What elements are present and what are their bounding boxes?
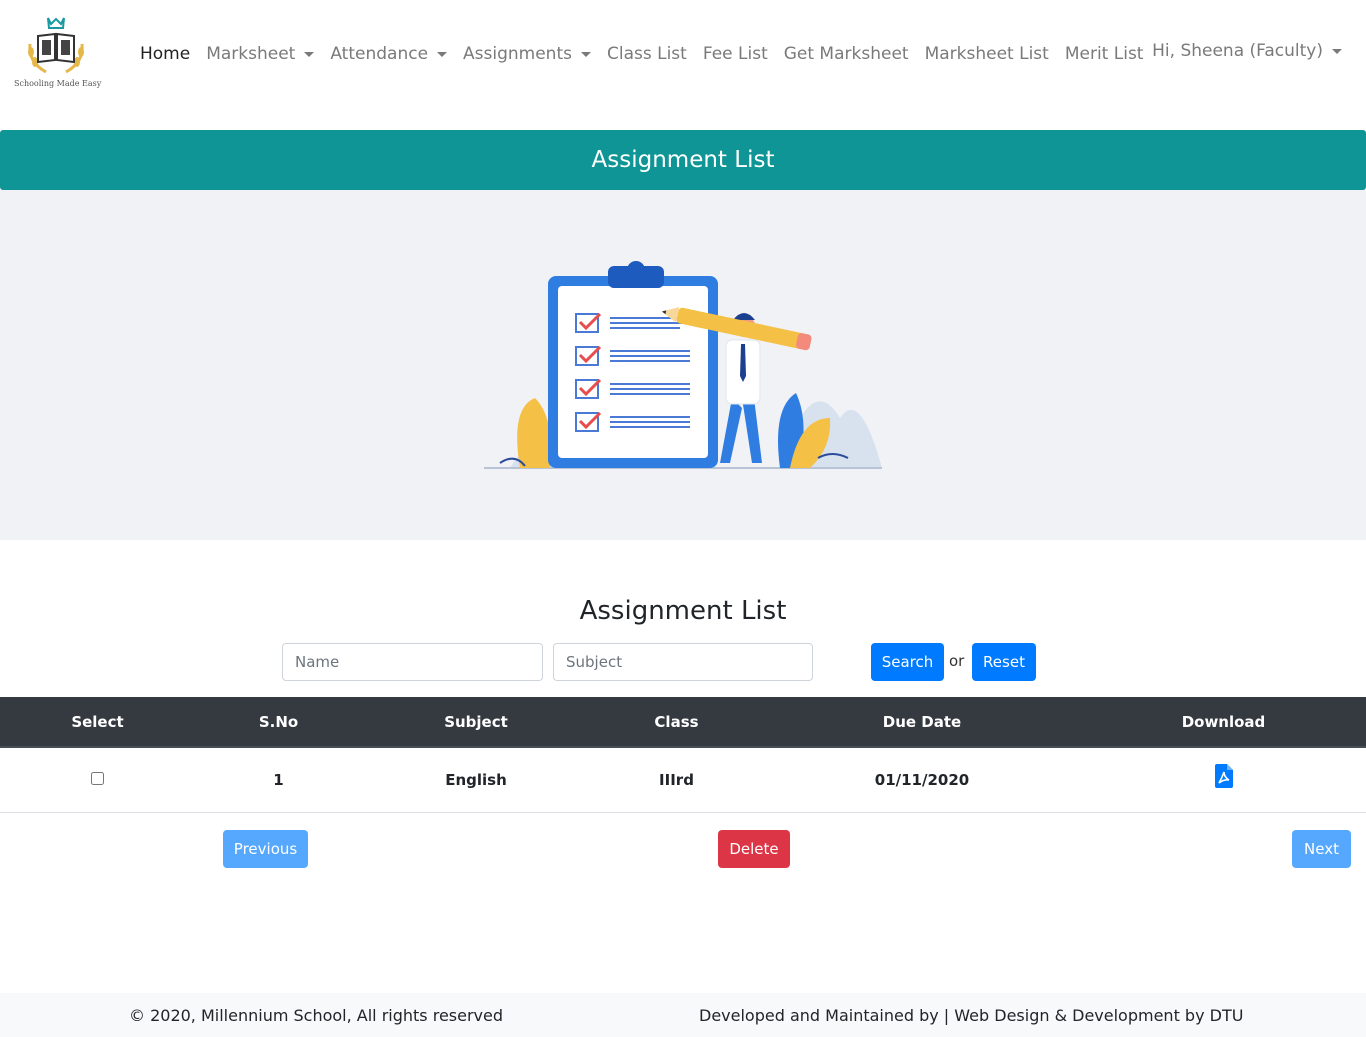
search-button[interactable]: Search — [871, 643, 944, 681]
nav-home[interactable]: Home — [140, 44, 190, 64]
footer-credits: Developed and Maintained by | Web Design… — [699, 1006, 1244, 1025]
select-cell — [0, 747, 195, 812]
nav-assignments-label: Assignments — [463, 44, 572, 64]
banner-title-bar: Assignment List — [0, 130, 1366, 190]
user-menu[interactable]: Hi, Sheena (Faculty) — [1152, 41, 1342, 61]
table-header-row: Select S.No Subject Class Due Date Downl… — [0, 697, 1366, 748]
nav-merit-list-label: Merit List — [1064, 44, 1144, 64]
or-text: or — [949, 652, 965, 670]
due-date-cell: 01/11/2020 — [874, 770, 970, 789]
reset-button[interactable]: Reset — [972, 643, 1036, 681]
nav-get-marksheet[interactable]: Get Marksheet — [784, 44, 909, 64]
delete-button[interactable]: Delete — [718, 830, 790, 868]
school-logo[interactable]: Schooling Made Easy — [14, 14, 102, 94]
name-search-input[interactable] — [282, 643, 543, 681]
nav-marksheet-list[interactable]: Marksheet List — [925, 44, 1049, 64]
nav-marksheet[interactable]: Marksheet — [206, 44, 315, 64]
nav-fee-list[interactable]: Fee List — [703, 44, 768, 64]
nav-home-label: Home — [140, 44, 191, 64]
caret-down-icon — [437, 51, 448, 57]
nav-class-list[interactable]: Class List — [607, 44, 687, 64]
caret-down-icon — [304, 51, 315, 57]
next-button[interactable]: Next — [1292, 830, 1351, 868]
nav-marksheet-label: Marksheet — [206, 44, 296, 64]
previous-button[interactable]: Previous — [223, 830, 308, 868]
footer: © 2020, Millennium School, All rights re… — [0, 993, 1366, 1037]
table-row: 1 English IIIrd 01/11/2020 — [0, 747, 1366, 812]
nav-class-list-label: Class List — [606, 44, 687, 64]
column-header-download: Download — [1081, 697, 1366, 748]
footer-copyright: © 2020, Millennium School, All rights re… — [129, 1006, 504, 1025]
assignments-table: Select S.No Subject Class Due Date Downl… — [0, 697, 1366, 813]
nav-attendance[interactable]: Attendance — [330, 44, 448, 64]
section-title: Assignment List — [579, 596, 787, 626]
user-menu-label: Hi, Sheena (Faculty) — [1152, 41, 1323, 61]
column-header-select: Select — [0, 697, 195, 748]
main-nav: Home Marksheet Attendance Assignments Cl… — [140, 41, 1159, 67]
subject-search-input[interactable] — [553, 643, 813, 681]
nav-assignments[interactable]: Assignments — [463, 44, 591, 64]
sno-cell: 1 — [273, 770, 284, 789]
download-cell — [1081, 747, 1366, 812]
book-crown-icon — [28, 17, 84, 74]
column-header-due-date: Due Date — [763, 697, 1081, 748]
column-header-class: Class — [590, 697, 763, 748]
logo-tagline: Schooling Made Easy — [14, 79, 102, 88]
nav-fee-list-label: Fee List — [702, 44, 768, 64]
column-header-subject: Subject — [362, 697, 590, 748]
caret-down-icon — [1332, 48, 1342, 54]
caret-down-icon — [580, 51, 591, 57]
row-select-checkbox[interactable] — [91, 771, 104, 785]
clipboard-checklist-illustration — [484, 261, 882, 469]
class-cell: IIIrd — [659, 770, 694, 789]
subject-cell: English — [445, 770, 507, 789]
pdf-download-icon[interactable] — [1214, 763, 1233, 792]
nav-merit-list[interactable]: Merit List — [1065, 44, 1144, 64]
nav-marksheet-list-label: Marksheet List — [924, 44, 1049, 64]
banner-title: Assignment List — [591, 147, 775, 173]
nav-attendance-label: Attendance — [330, 44, 429, 64]
navbar: Schooling Made Easy Home Marksheet Atten… — [0, 0, 1366, 110]
hero-illustration-area — [0, 190, 1366, 540]
column-header-sno: S.No — [195, 697, 362, 748]
nav-get-marksheet-label: Get Marksheet — [783, 44, 909, 64]
